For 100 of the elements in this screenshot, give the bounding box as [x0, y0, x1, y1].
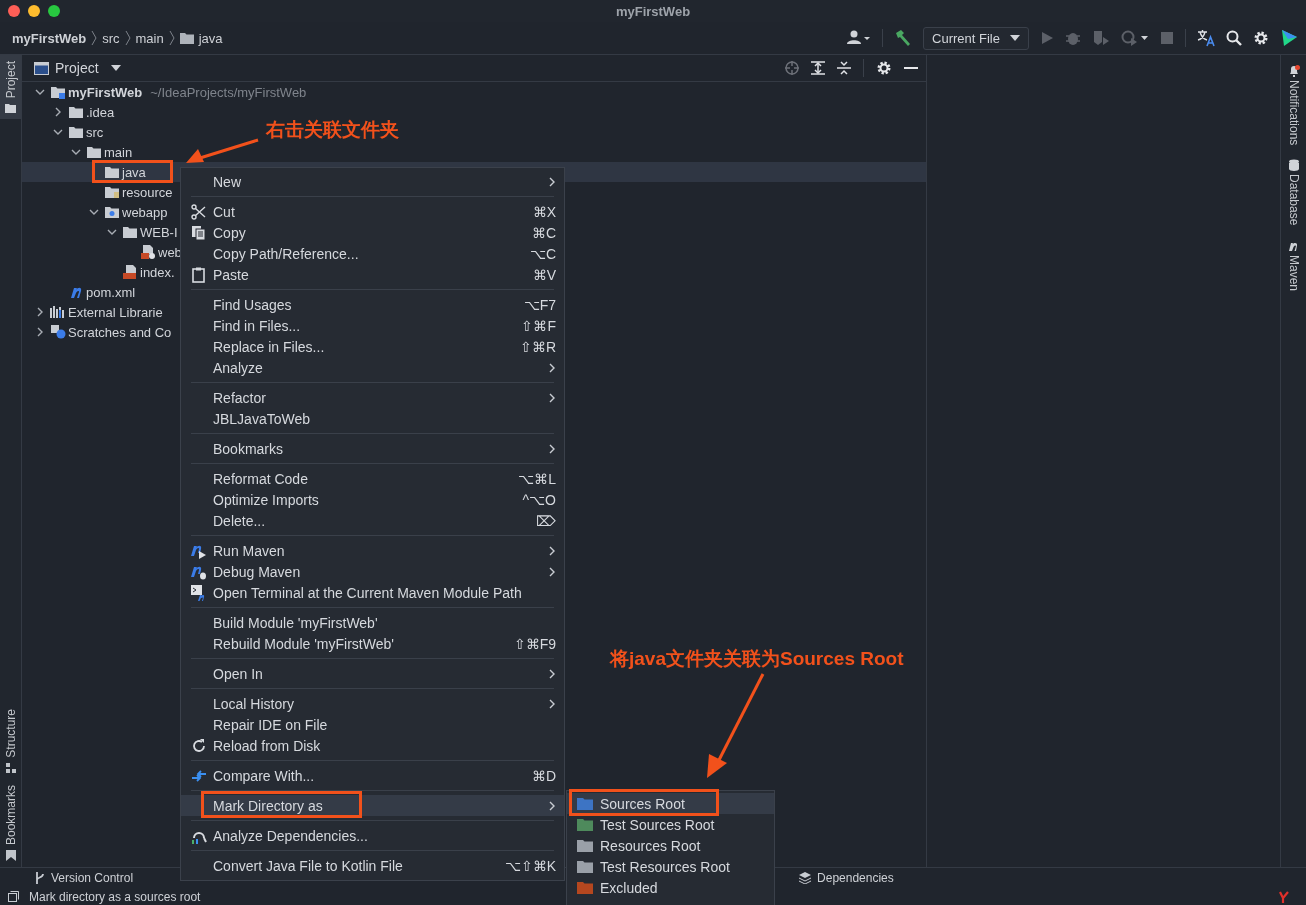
compare-icon [191, 767, 207, 784]
breadcrumb-item[interactable]: java [198, 30, 223, 46]
collapse-all-icon[interactable] [837, 61, 851, 75]
locate-icon[interactable] [785, 61, 799, 75]
run-configuration-dropdown[interactable]: Current File [923, 26, 1029, 50]
tree-item[interactable]: main [68, 142, 133, 162]
tool-window-tab[interactable]: Bookmarks [0, 778, 21, 867]
tool-window-tab[interactable]: Maven [1281, 239, 1306, 291]
tree-item[interactable]: src [50, 122, 104, 142]
breadcrumb-item[interactable]: main [135, 30, 164, 46]
menu-item[interactable]: Paste ⌘V [181, 264, 564, 285]
menu-item[interactable]: Run Maven [181, 540, 564, 561]
copy-icon [191, 224, 207, 241]
breadcrumb-item[interactable]: myFirstWeb [12, 30, 87, 46]
menu-item[interactable]: Delete... ⌦ [181, 510, 564, 531]
tree-item[interactable]: myFirstWeb ~/IdeaProjects/myFirstWeb [32, 82, 307, 102]
project-view-dropdown[interactable]: Project [34, 60, 121, 76]
branch-icon [35, 872, 45, 884]
menu-item[interactable]: Analyze Dependencies... [181, 825, 564, 846]
menu-item[interactable]: Build Module 'myFirstWeb' [181, 612, 564, 633]
tool-window-tab[interactable]: Structure [0, 703, 21, 779]
tree-item[interactable]: java [86, 162, 146, 182]
run-icon[interactable] [1040, 31, 1054, 45]
menu-item[interactable]: New [181, 171, 564, 192]
menu-item[interactable]: Refactor [181, 387, 564, 408]
menu-item[interactable]: Open In [181, 663, 564, 684]
menu-item[interactable]: JBLJavaToWeb [181, 408, 564, 429]
menu-item[interactable]: Replace in Files... ⇧⌘R [181, 336, 564, 357]
menu-item[interactable]: Sources Root [567, 793, 774, 814]
folder-icon [179, 32, 194, 44]
scissors-icon [191, 203, 207, 220]
menu-item[interactable]: Open Terminal at the Current Maven Module Path [181, 582, 564, 603]
clipboard-icon [191, 266, 207, 283]
hammer-icon[interactable] [894, 29, 913, 47]
menu-item[interactable]: Find Usages ⌥F7 [181, 294, 564, 315]
stop-icon[interactable] [1160, 31, 1174, 45]
project-path: ~/IdeaProjects/myFirstWeb [150, 84, 307, 100]
chevron-icon [124, 30, 131, 46]
menu-item[interactable]: Test Resources Root [567, 856, 774, 877]
menu-item[interactable]: Resources Root [567, 835, 774, 856]
tool-window-tab[interactable]: Dependencies [799, 871, 894, 885]
terminal-icon [191, 584, 207, 601]
plugin-logo-icon [1279, 891, 1289, 903]
bug-icon[interactable] [1065, 30, 1081, 46]
menu-item[interactable]: Compare With... ⌘D [181, 765, 564, 786]
tool-window-tab[interactable]: Notifications [1281, 65, 1306, 146]
tree-item[interactable]: webapp [86, 202, 168, 222]
tree-item[interactable]: resource [86, 182, 173, 202]
web-folder-icon [104, 205, 120, 219]
tool-window-tab[interactable]: Version Control [35, 871, 134, 885]
menu-item[interactable]: Repair IDE on File [181, 714, 564, 735]
user-icon[interactable] [847, 30, 872, 46]
menu-item[interactable]: Local History [181, 693, 564, 714]
scratches-icon [50, 325, 66, 339]
maven-icon [68, 285, 84, 299]
minimize-window-button[interactable] [28, 5, 40, 17]
tree-item[interactable]: Scratches and Co [32, 322, 172, 342]
menu-item[interactable]: Optimize Imports ^⌥O [181, 489, 564, 510]
tree-item[interactable]: pom.xml [50, 282, 136, 302]
tool-windows-toggle-icon[interactable] [8, 891, 19, 902]
module-folder-icon [50, 85, 66, 99]
tool-window-tab[interactable]: Database [1281, 159, 1306, 226]
menu-item[interactable]: Test Sources Root [567, 814, 774, 835]
menu-item[interactable]: Reload from Disk [181, 735, 564, 756]
menu-item[interactable]: Find in Files... ⇧⌘F [181, 315, 564, 336]
profiler-icon[interactable] [1121, 30, 1149, 46]
menu-item[interactable]: Excluded [567, 877, 774, 898]
project-tool-tab[interactable]: Project [0, 55, 21, 120]
tree-item[interactable]: WEB-I [104, 222, 178, 242]
jsp-file-icon [122, 265, 138, 279]
caret-icon [1010, 35, 1020, 41]
reload-icon [191, 737, 207, 754]
menu-item[interactable]: Copy ⌘C [181, 222, 564, 243]
tree-item[interactable]: index. [104, 262, 175, 282]
menu-item[interactable]: Debug Maven [181, 561, 564, 582]
menu-item[interactable]: Rebuild Module 'myFirstWeb' ⇧⌘F9 [181, 633, 564, 654]
search-icon[interactable] [1226, 30, 1242, 46]
folder-icon [68, 125, 84, 139]
zoom-window-button[interactable] [48, 5, 60, 17]
menu-item[interactable]: Cut ⌘X [181, 201, 564, 222]
toolbox-logo-icon[interactable] [1280, 29, 1298, 47]
menu-item[interactable]: Copy Path/Reference... ⌥C [181, 243, 564, 264]
settings-icon[interactable] [876, 60, 892, 76]
settings-icon[interactable] [1253, 30, 1269, 46]
xml-file-icon [140, 245, 156, 259]
menu-item[interactable]: Bookmarks [181, 438, 564, 459]
tree-item[interactable]: .idea [50, 102, 115, 122]
bookmark-icon [5, 850, 16, 861]
tree-item[interactable]: External Librarie [32, 302, 163, 322]
menu-item[interactable]: Reformat Code ⌥⌘L [181, 468, 564, 489]
close-window-button[interactable] [8, 5, 20, 17]
menu-item[interactable]: Mark Directory as [181, 795, 564, 816]
menu-item[interactable]: Analyze [181, 357, 564, 378]
expand-all-icon[interactable] [811, 61, 825, 75]
menu-item[interactable]: Convert Java File to Kotlin File ⌥⇧⌘K [181, 855, 564, 876]
chevron-icon [91, 30, 98, 46]
translate-icon[interactable] [1197, 29, 1215, 47]
layers-icon [799, 872, 812, 884]
coverage-icon[interactable] [1092, 30, 1110, 46]
breadcrumb-item[interactable]: src [102, 30, 120, 46]
